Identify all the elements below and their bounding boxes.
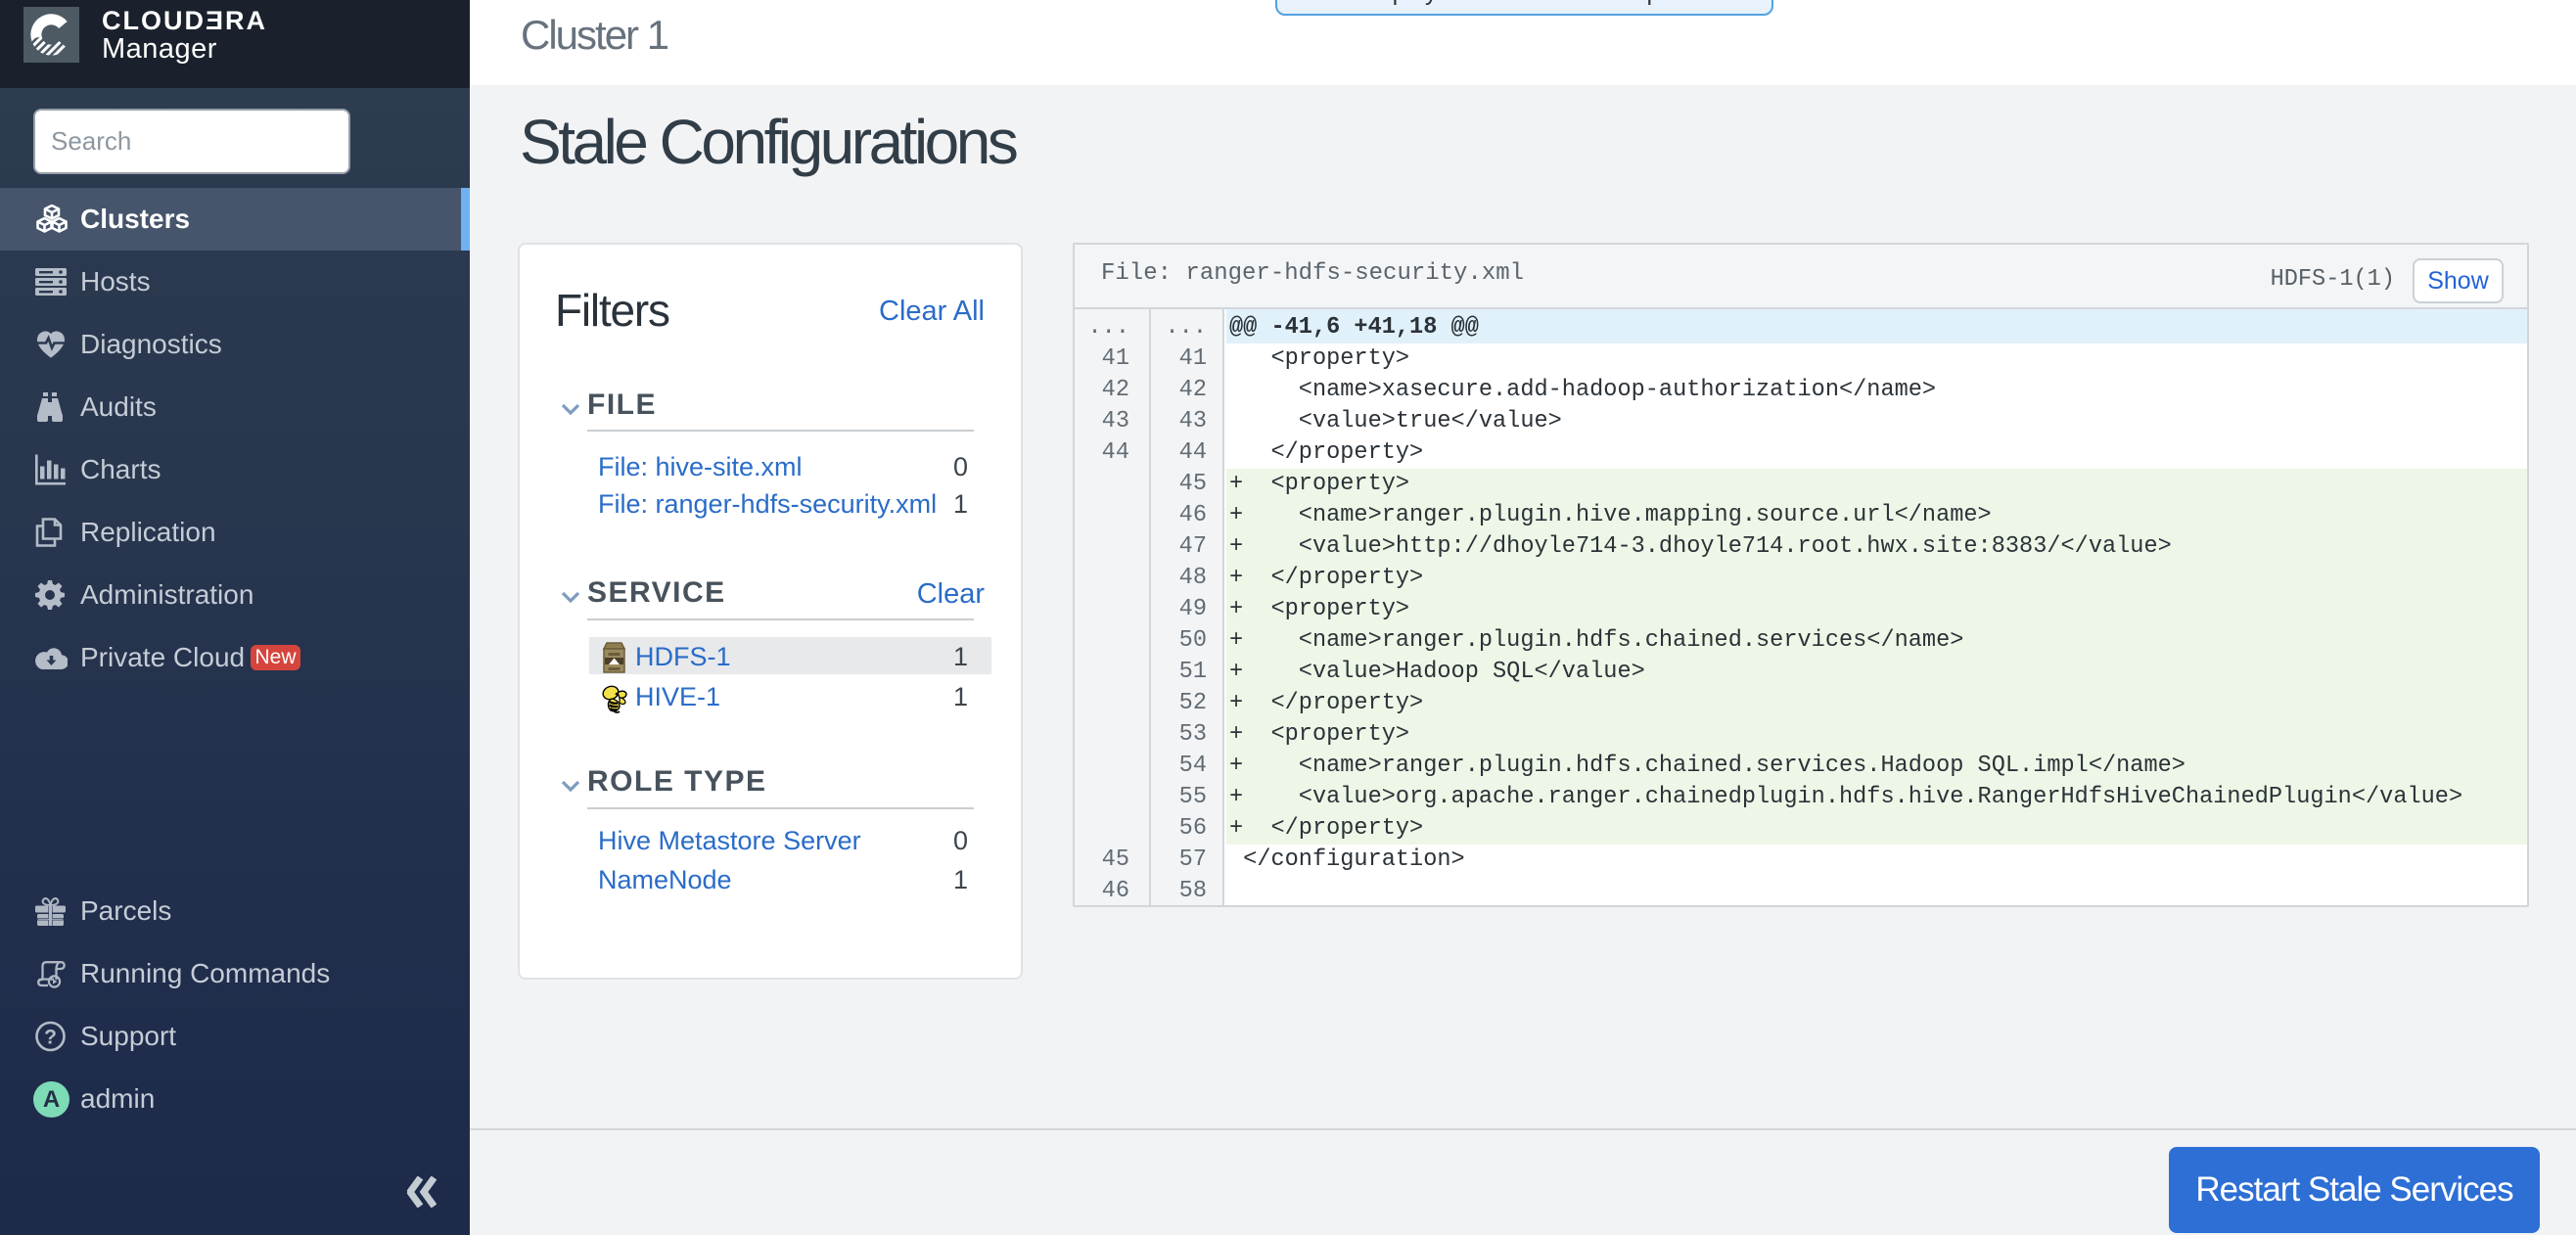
svg-text:?: ? — [44, 1027, 57, 1049]
